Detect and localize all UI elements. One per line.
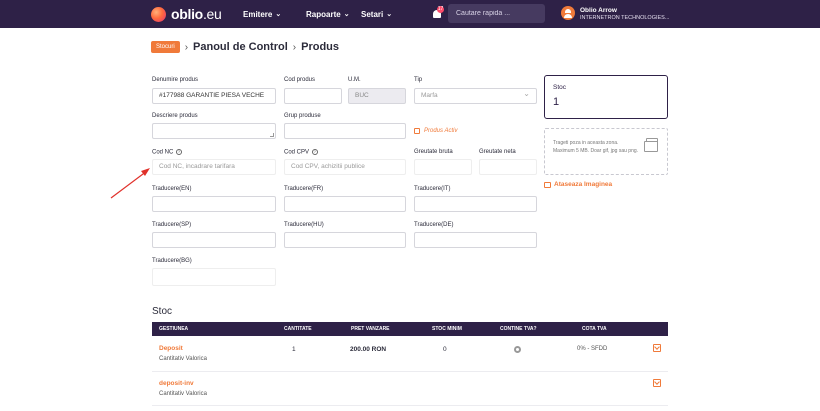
annotation-arrow-icon bbox=[110, 168, 150, 199]
